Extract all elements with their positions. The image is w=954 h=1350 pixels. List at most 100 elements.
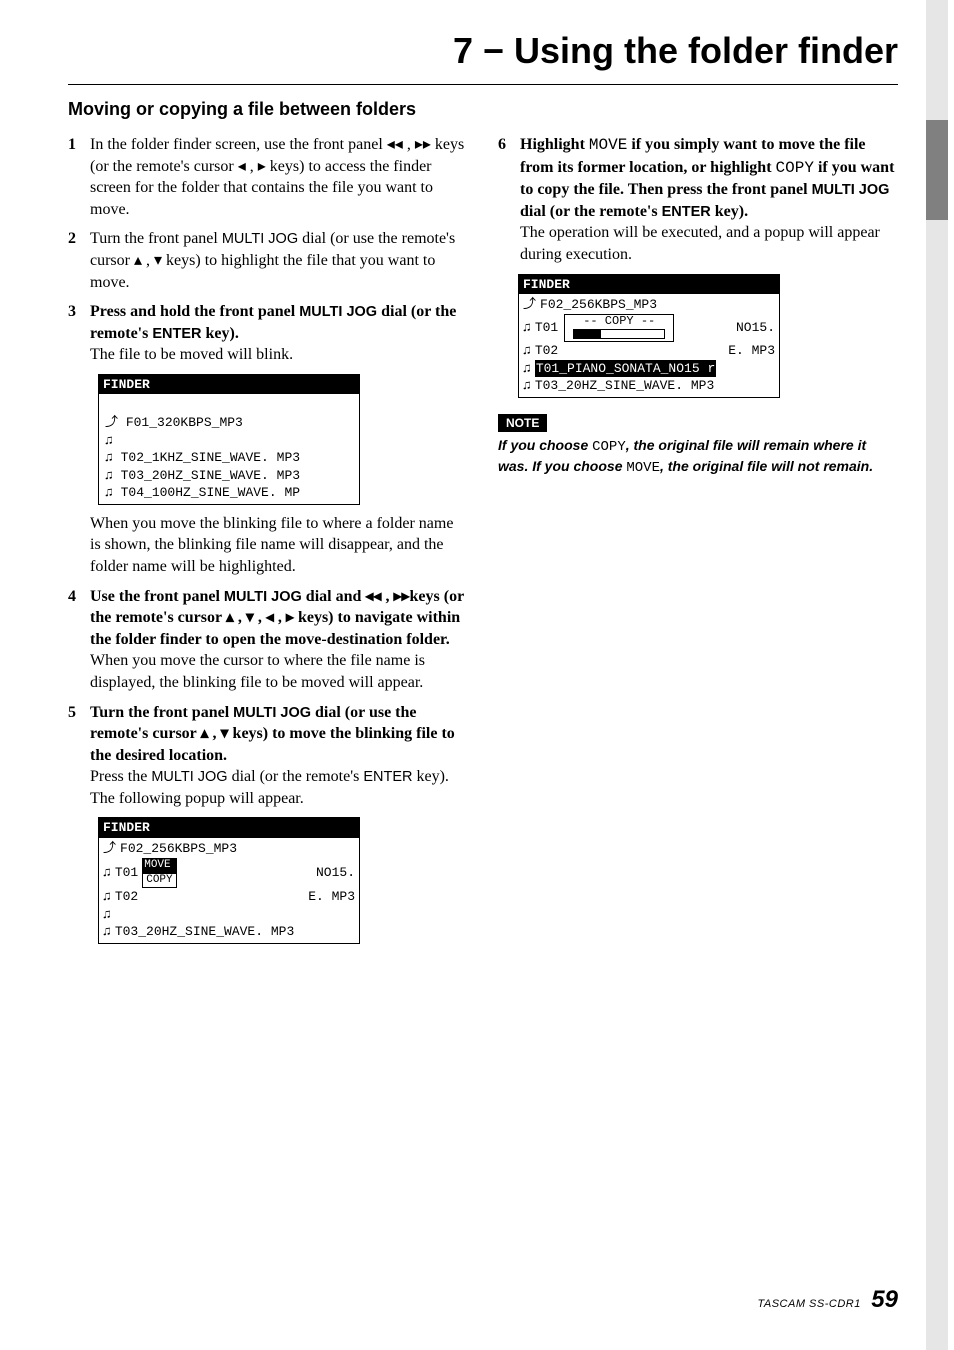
enter-label: ENTER (662, 204, 711, 220)
copy-popup-label: -- COPY -- (569, 315, 669, 328)
lcd-text: NO15. (736, 319, 775, 337)
text: Press and hold the front panel (90, 303, 299, 320)
step-number: 2 (68, 228, 90, 293)
text: , (142, 252, 154, 269)
lcd-screenshot-2: FINDER ⤴ F02_256KBPS_MP3 ♫ T01 MOVE COPY… (98, 817, 360, 943)
note-icon: ♫ (523, 377, 531, 395)
multi-jog-label: MULTI JOG (224, 589, 302, 605)
note-icon: ♫ (105, 450, 113, 465)
enter-label: ENTER (363, 769, 412, 785)
note-icon: ♫ (105, 485, 113, 500)
page-number: 59 (871, 1286, 898, 1313)
text: key). (711, 203, 748, 220)
folder-up-icon: ⤴ (103, 840, 116, 858)
up-icon: ▴ (134, 252, 142, 269)
left-icon: ◂ (238, 158, 246, 175)
copy-literal: COPY (776, 159, 814, 177)
text: dial and (302, 588, 366, 605)
paragraph: When you move the blinking file to where… (90, 513, 468, 578)
sub-text: When you move the cursor to where the fi… (90, 652, 425, 691)
enter-label: ENTER (152, 326, 201, 342)
text: In the folder finder screen, use the fro… (90, 136, 387, 153)
footer-brand: TASCAM SS-CDR1 (757, 1298, 860, 1310)
lcd-header: FINDER (99, 818, 359, 838)
up-icon: ▴ (226, 609, 234, 626)
step-5: 5 Turn the front panel MULTI JOG dial (o… (68, 702, 468, 810)
progress-bar (573, 329, 665, 339)
step-6: 6 Highlight MOVE if you simply want to m… (498, 134, 898, 266)
text: , (403, 136, 415, 153)
lcd-header: FINDER (519, 275, 779, 295)
step-4: 4 Use the front panel MULTI JOG dial and… (68, 586, 468, 694)
down-icon: ▾ (246, 609, 254, 626)
page-footer: TASCAM SS-CDR1 59 (68, 1286, 898, 1314)
multi-jog-label: MULTI JOG (222, 231, 298, 247)
sub-text: The file to be moved will blink. (90, 346, 293, 363)
page-edge-tabs (926, 0, 948, 1350)
text: Press the (90, 768, 151, 785)
text: , (274, 609, 286, 626)
note-icon: ♫ (523, 360, 531, 378)
lcd-header: FINDER (99, 375, 359, 395)
down-icon: ▾ (154, 252, 162, 269)
text: key). (202, 325, 239, 342)
text: dial (or the remote's (520, 203, 662, 220)
step-3: 3 Press and hold the front panel MULTI J… (68, 301, 468, 366)
text: , (246, 158, 258, 175)
step-1: 1 In the folder finder screen, use the f… (68, 134, 468, 220)
fast-forward-icon: ▸▸ (415, 136, 431, 153)
step-number: 5 (68, 702, 90, 810)
note-badge: NOTE (498, 414, 547, 432)
text: , (381, 588, 393, 605)
chapter-title: 7 − Using the folder finder (68, 30, 898, 72)
lcd-line: T04_100HZ_SINE_WAVE. MP (121, 485, 300, 500)
section-heading: Moving or copying a file between folders (68, 99, 898, 120)
lcd-line: F01_320KBPS_MP3 (126, 415, 243, 430)
lcd-line: T02_1KHZ_SINE_WAVE. MP3 (121, 450, 300, 465)
move-literal: MOVE (589, 136, 627, 154)
step-number: 1 (68, 134, 90, 220)
note-icon: ♫ (103, 923, 111, 941)
multi-jog-label: MULTI JOG (151, 769, 227, 785)
text: Highlight (520, 136, 589, 153)
note-icon: ♫ (105, 433, 113, 448)
move-literal: MOVE (626, 460, 660, 476)
note-icon: ♫ (523, 319, 531, 337)
folder-up-icon: ⤴ (105, 415, 118, 430)
rewind-icon: ◂◂ (365, 588, 381, 605)
lcd-screenshot-1: FINDER ⤴ F01_320KBPS_MP3 ♫ ♫ T02_1KHZ_SI… (98, 374, 360, 505)
divider (68, 84, 898, 85)
lcd-line: T03_20HZ_SINE_WAVE. MP3 (115, 923, 294, 941)
right-icon: ▸ (286, 609, 294, 626)
note-icon: ♫ (103, 906, 111, 924)
text: dial (or the remote's (228, 768, 364, 785)
up-icon: ▴ (200, 725, 208, 742)
note-icon: ♫ (103, 888, 111, 906)
note-icon: ♫ (523, 342, 531, 360)
multi-jog-label: MULTI JOG (812, 182, 890, 198)
multi-jog-label: MULTI JOG (233, 705, 311, 721)
note-text: If you choose COPY, the original file wi… (498, 436, 898, 479)
lcd-line: T03_20HZ_SINE_WAVE. MP3 (535, 377, 714, 395)
copy-literal: COPY (592, 439, 626, 455)
popup-option-copy: COPY (142, 873, 176, 888)
text: , (209, 725, 221, 742)
right-icon: ▸ (258, 158, 266, 175)
fast-forward-icon: ▸▸ (393, 588, 409, 605)
folder-up-icon: ⤴ (523, 296, 536, 314)
step-2: 2 Turn the front panel MULTI JOG dial (o… (68, 228, 468, 293)
note-icon: ♫ (103, 864, 111, 882)
step-3-after: When you move the blinking file to where… (68, 513, 468, 578)
sub-text: The operation will be executed, and a po… (520, 224, 880, 263)
text: If you choose (498, 437, 592, 453)
down-icon: ▾ (221, 725, 229, 742)
lcd-text: T01 (115, 864, 138, 882)
text: Turn the front panel (90, 704, 233, 721)
note-icon: ♫ (105, 468, 113, 483)
right-column: 6 Highlight MOVE if you simply want to m… (498, 134, 898, 952)
lcd-text: E. MP3 (728, 342, 775, 360)
text: , (254, 609, 266, 626)
lcd-line: F02_256KBPS_MP3 (540, 296, 657, 314)
popup-option-move: MOVE (142, 858, 176, 873)
copy-popup: -- COPY -- (564, 314, 674, 342)
